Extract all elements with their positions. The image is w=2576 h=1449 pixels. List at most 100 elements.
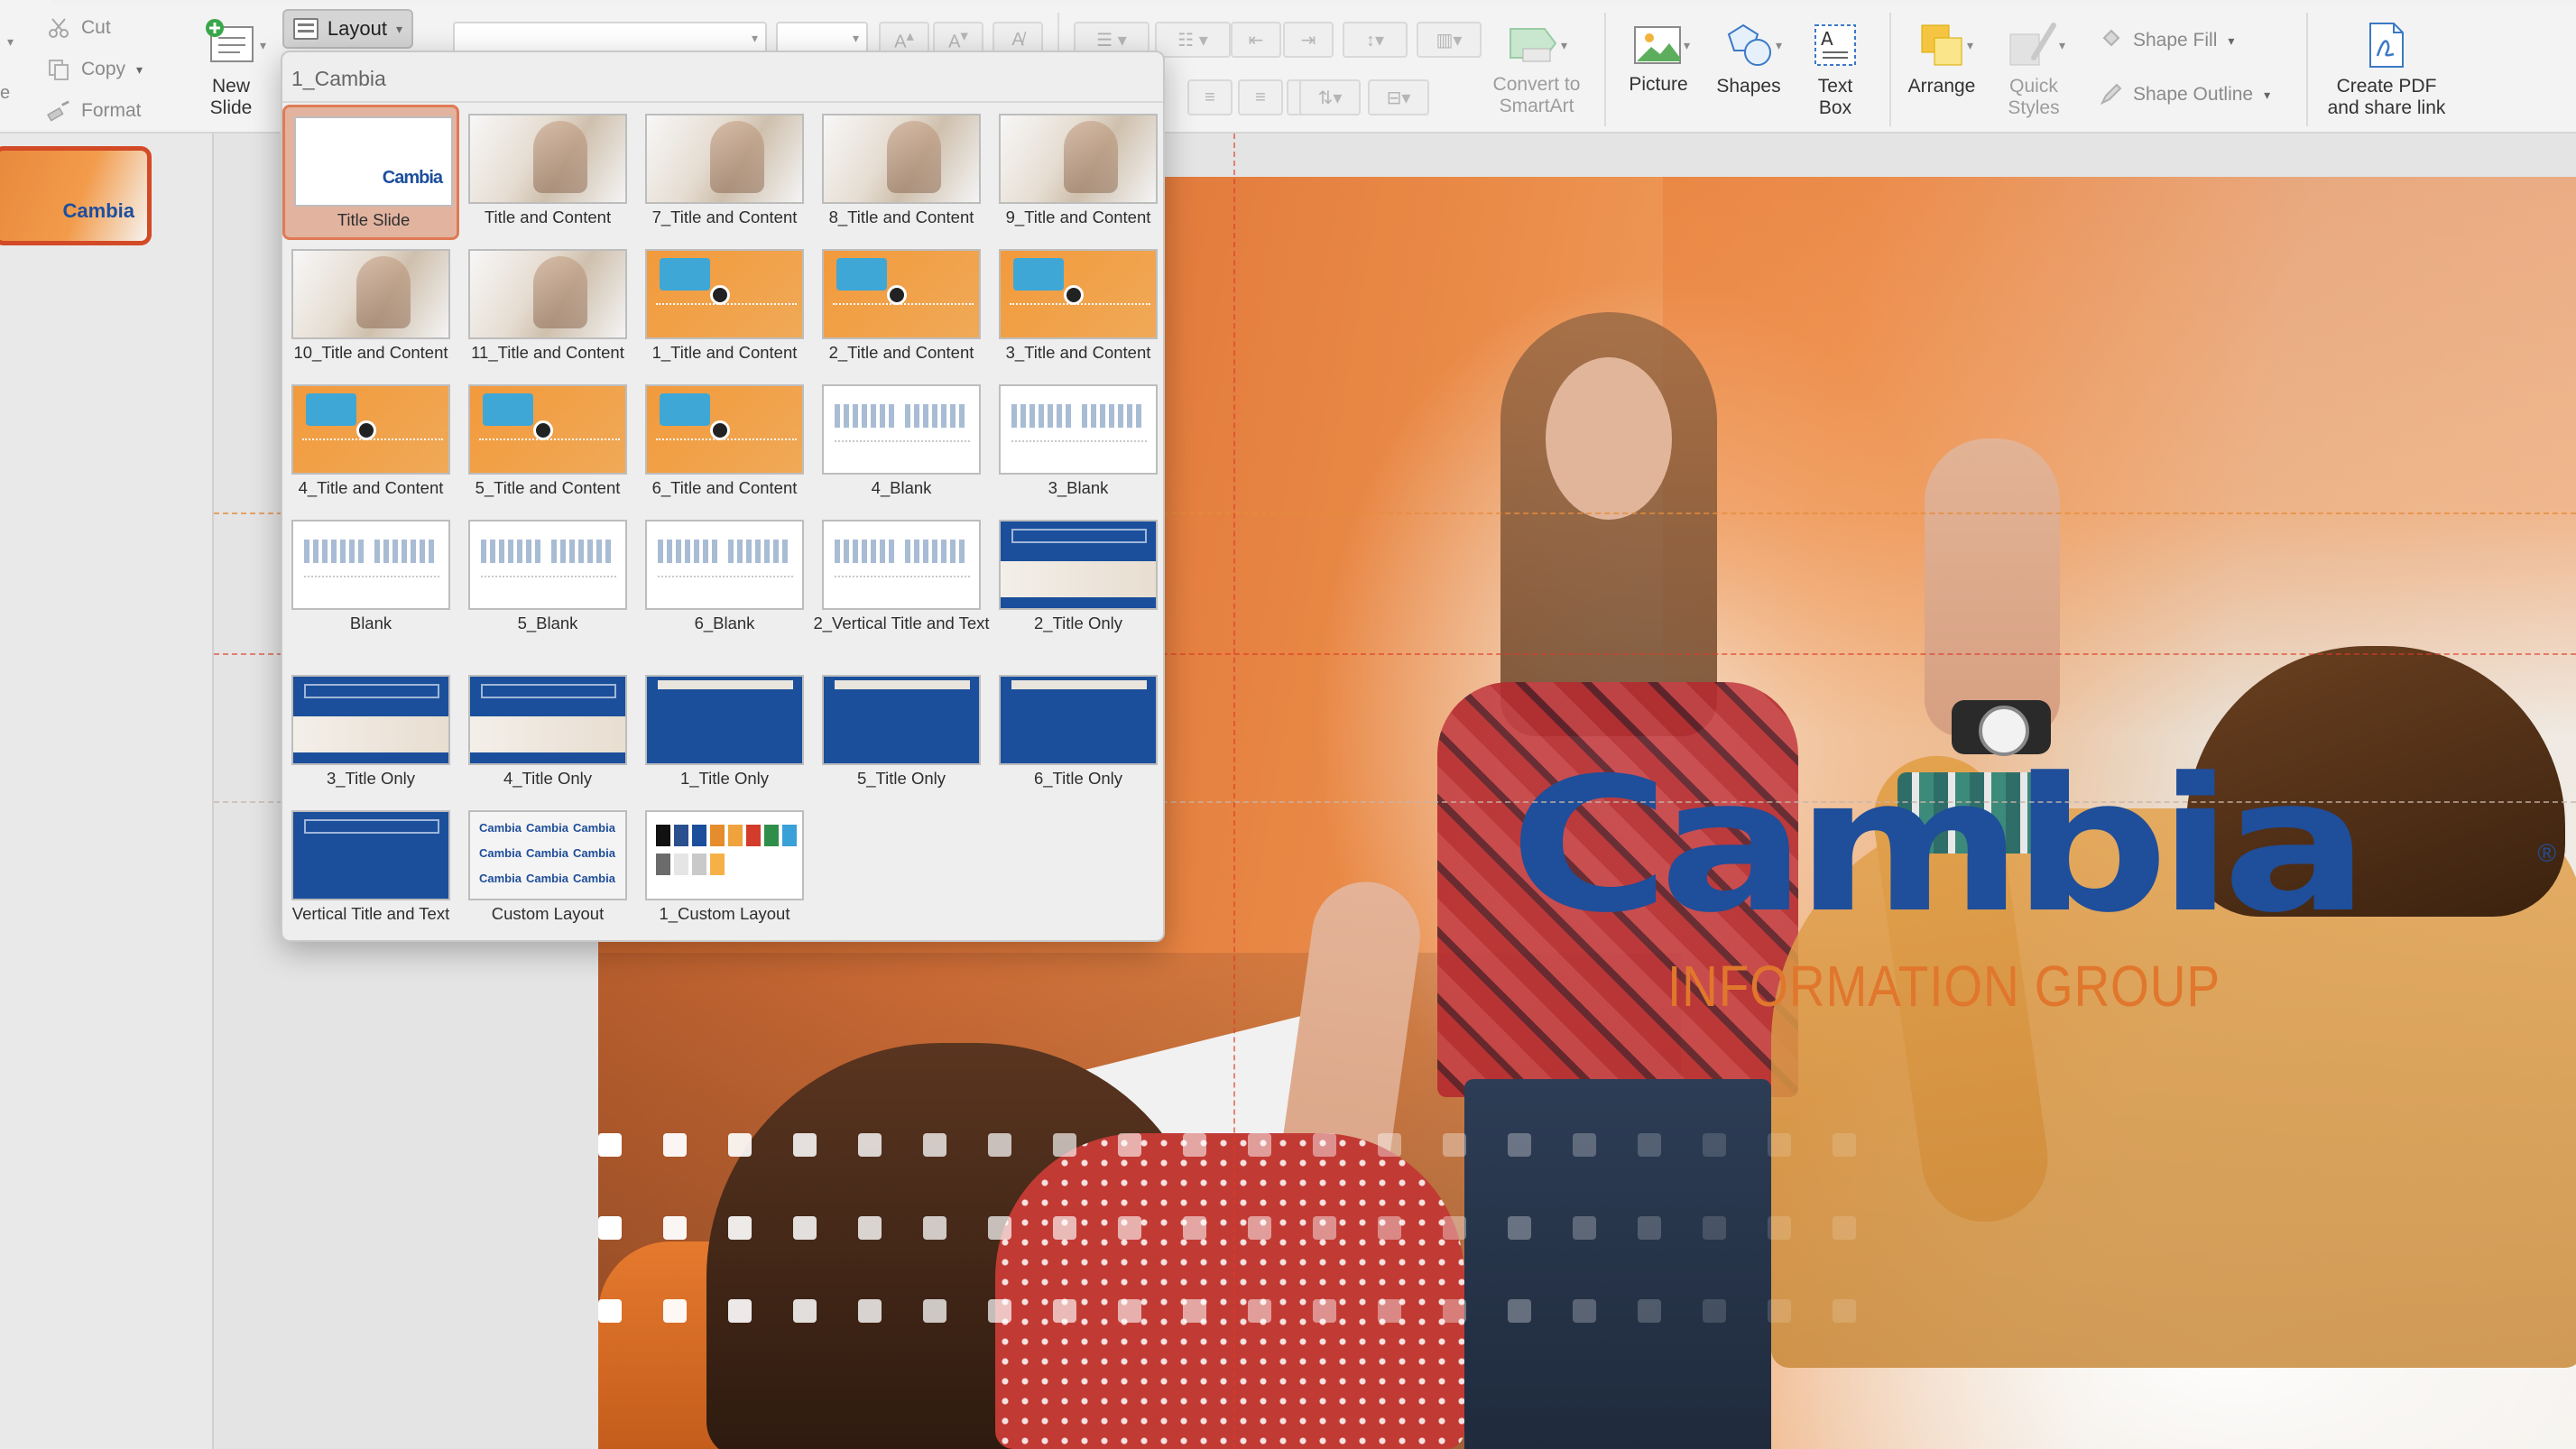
copy-icon <box>47 58 70 81</box>
layout-option[interactable]: 6_Blank <box>636 511 813 646</box>
decorative-dot <box>1573 1133 1596 1157</box>
arrange-button[interactable]: Arrange <box>1897 22 1987 97</box>
decorative-dot <box>1053 1299 1076 1323</box>
line-spacing-button[interactable]: ↕▾ <box>1343 22 1408 58</box>
layout-option-label: 6_Title and Content <box>651 478 798 497</box>
columns-button[interactable]: ▥▾ <box>1417 22 1482 58</box>
layout-option[interactable]: 6_Title and Content <box>636 375 813 511</box>
layout-option[interactable]: 2_Vertical Title and Text <box>813 511 990 646</box>
layout-option[interactable]: 11_Title and Content <box>459 240 636 375</box>
layout-option[interactable]: Title and Content <box>459 105 636 240</box>
ribbon-separator-2 <box>1604 13 1606 126</box>
paint-bucket-icon <box>2099 29 2122 52</box>
shapes-button[interactable]: Shapes <box>1711 22 1787 97</box>
layout-option-label: 4_Title Only <box>503 769 593 788</box>
decorative-dot <box>663 1299 687 1323</box>
text-direction-button[interactable]: ⇅▾ <box>1299 79 1361 115</box>
text-box-button[interactable]: A Text Box <box>1799 22 1871 119</box>
create-pdf-button[interactable]: Create PDF and share link <box>2319 22 2454 119</box>
decorative-dot <box>1703 1299 1726 1323</box>
format-painter-icon <box>47 99 70 123</box>
guide-vertical-1[interactable] <box>1233 134 1235 1449</box>
preview-logo: Cambia <box>382 168 443 188</box>
paste-dropdown-icon[interactable]: ▾ <box>7 34 14 50</box>
align-right-icon: ≡ <box>1255 87 1266 107</box>
new-slide-button[interactable]: New Slide <box>186 18 276 119</box>
layout-option[interactable]: 10_Title and Content <box>282 240 459 375</box>
quick-styles-button[interactable]: Quick Styles <box>1990 22 2077 119</box>
layout-option[interactable]: 4_Title Only <box>459 666 636 801</box>
layout-option[interactable]: 3_Title Only <box>282 666 459 801</box>
layout-option[interactable]: 5_Title and Content <box>459 375 636 511</box>
layout-option[interactable]: 1_Title Only <box>636 666 813 801</box>
align-right-button[interactable]: ≡ <box>1238 79 1283 115</box>
align-text-button[interactable]: ⊟▾ <box>1368 79 1429 115</box>
smartart-dropdown-icon[interactable]: ▾ <box>1561 38 1567 53</box>
line-spacing-icon: ↕▾ <box>1365 30 1385 51</box>
layout-option[interactable]: 8_Title and Content <box>813 105 990 240</box>
layout-option[interactable]: 7_Title and Content <box>636 105 813 240</box>
format-painter-button[interactable]: Format <box>47 99 142 123</box>
new-slide-dropdown-icon[interactable]: ▾ <box>260 38 266 53</box>
layout-option[interactable]: 6_Title Only <box>990 666 1163 801</box>
layout-preview: Cambia Cambia Cambia Cambia Cambia Cambia Camb… <box>468 810 627 900</box>
decorative-dot <box>858 1216 882 1240</box>
decrease-indent-button[interactable]: ⇤ <box>1231 22 1281 58</box>
layout-option[interactable]: 4_Blank <box>813 375 990 511</box>
decorative-dot <box>988 1299 1011 1323</box>
layout-option[interactable]: 2_Title and Content <box>813 240 990 375</box>
decorative-dot <box>1313 1299 1336 1323</box>
decorative-dot <box>1183 1133 1206 1157</box>
shapes-dropdown-icon[interactable]: ▾ <box>1776 38 1782 53</box>
layout-option[interactable]: 3_Title and Content <box>990 240 1163 375</box>
numbering-button[interactable]: ☷ ▾ <box>1155 22 1231 58</box>
cut-button[interactable]: Cut <box>47 16 111 40</box>
slide-thumbnail-panel[interactable]: Cambia <box>0 134 214 1449</box>
shape-outline-button[interactable]: Shape Outline ▾ <box>2099 83 2270 106</box>
align-center-button[interactable]: ≡ <box>1187 79 1233 115</box>
layout-preview <box>468 675 627 765</box>
convert-smartart-button[interactable]: Convert to SmartArt <box>1480 22 1593 117</box>
increase-indent-button[interactable]: ⇥ <box>1283 22 1334 58</box>
layout-option[interactable]: Cambia Title Slide <box>282 105 459 240</box>
layout-option-label: 2_Vertical Title and Text <box>813 614 990 632</box>
text-box-icon: A <box>1810 22 1860 69</box>
picture-dropdown-icon[interactable]: ▾ <box>1684 38 1690 53</box>
layout-option[interactable]: 1_Custom Layout <box>636 801 813 937</box>
layout-option[interactable]: 4_Title and Content <box>282 375 459 511</box>
decorative-dot <box>1118 1133 1141 1157</box>
decorative-dot <box>858 1133 882 1157</box>
layout-button[interactable]: Layout ▾ <box>282 9 413 49</box>
layout-preview <box>822 384 981 475</box>
decorative-dot <box>1053 1133 1076 1157</box>
decorative-dot <box>1183 1299 1206 1323</box>
decorative-dot <box>1443 1133 1466 1157</box>
decorative-dot <box>1638 1299 1661 1323</box>
layout-option[interactable]: Blank <box>282 511 459 646</box>
copy-button[interactable]: Copy ▾ <box>47 58 143 81</box>
picture-button[interactable]: Picture <box>1620 22 1696 96</box>
layout-option-label: 6_Blank <box>694 614 755 632</box>
layout-option[interactable]: Cambia Cambia Cambia Cambia Cambia Cambia Camb… <box>459 801 636 937</box>
layout-option[interactable]: 5_Blank <box>459 511 636 646</box>
decorative-dot <box>598 1299 622 1323</box>
layout-option[interactable]: 9_Title and Content <box>990 105 1163 240</box>
quick-styles-dropdown-icon[interactable]: ▾ <box>2059 38 2065 53</box>
layout-option[interactable]: Vertical Title and Text <box>282 801 459 937</box>
decorative-dot <box>923 1216 946 1240</box>
layout-preview <box>291 384 450 475</box>
layout-option[interactable]: 3_Blank <box>990 375 1163 511</box>
layout-option[interactable]: 2_Title Only <box>990 511 1163 646</box>
copy-dropdown-icon[interactable]: ▾ <box>136 62 143 78</box>
layout-option-label: 10_Title and Content <box>293 343 448 362</box>
convert-smartart-label: Convert to SmartArt <box>1492 74 1581 116</box>
arrange-dropdown-icon[interactable]: ▾ <box>1967 38 1973 53</box>
decorative-dot <box>1378 1133 1401 1157</box>
layout-option[interactable]: 5_Title Only <box>813 666 990 801</box>
layout-option[interactable]: 1_Title and Content <box>636 240 813 375</box>
numbering-icon: ☷ ▾ <box>1177 30 1208 51</box>
slide-thumbnail-1[interactable]: Cambia <box>0 146 152 245</box>
shape-fill-button[interactable]: Shape Fill ▾ <box>2099 29 2234 52</box>
layout-gallery[interactable]: 1_Cambia Cambia Title Slide Title and Cont… <box>281 51 1165 942</box>
copy-label: Copy <box>81 59 126 79</box>
